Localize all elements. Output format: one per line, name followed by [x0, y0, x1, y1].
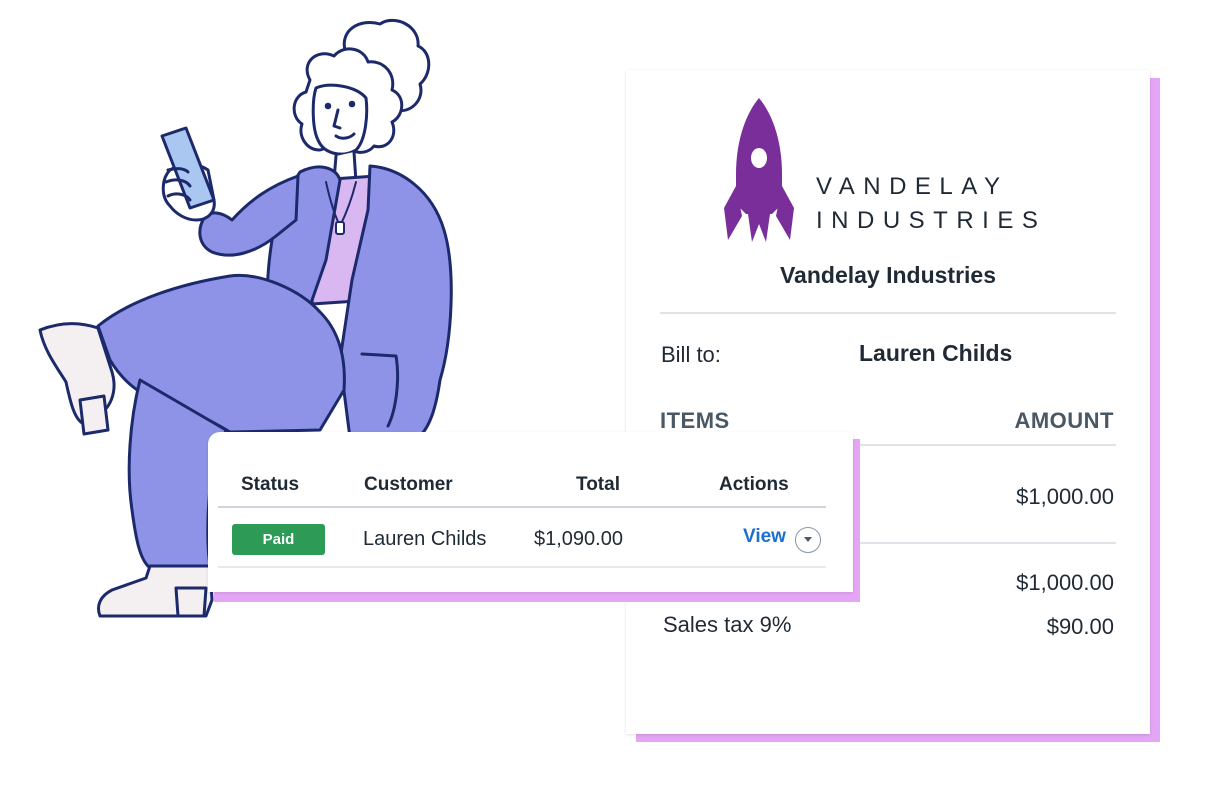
items-header: ITEMS — [660, 408, 730, 433]
logo-line-1: VANDELAY — [816, 173, 1009, 200]
invoices-table: Status Customer Total Actions Paid Laure… — [208, 432, 853, 592]
company-name: Vandelay Industries — [779, 262, 997, 288]
status-badge: Paid — [232, 524, 325, 555]
header-actions: Actions — [719, 474, 789, 495]
logo-line-2: INDUSTRIES — [816, 207, 1047, 234]
bill-to-label: Bill to: — [661, 342, 721, 367]
logo-wordmark: VANDELAY INDUSTRIES — [816, 170, 1046, 238]
invoice-card: VANDELAY INDUSTRIES Vandelay Industries … — [626, 70, 1150, 734]
bill-to-name: Lauren Childs — [859, 340, 1013, 366]
item-amount: $1,000.00 — [1016, 484, 1114, 509]
divider — [660, 312, 1116, 314]
tax-label: Sales tax 9% — [663, 612, 792, 637]
total-cell: $1,090.00 — [534, 528, 623, 550]
header-customer: Customer — [364, 474, 453, 495]
header-total: Total — [576, 474, 620, 495]
header-status: Status — [241, 474, 300, 495]
actions-dropdown-button[interactable] — [795, 527, 821, 553]
customer-cell: Lauren Childs — [363, 528, 487, 550]
subtotal-amount: $1,000.00 — [1016, 570, 1114, 595]
tax-amount: $90.00 — [1046, 614, 1114, 639]
row-divider — [218, 566, 826, 568]
amount-header: AMOUNT — [1014, 408, 1114, 433]
rocket-logo-icon — [724, 98, 794, 242]
header-divider — [218, 506, 826, 508]
chevron-down-icon — [804, 537, 812, 542]
view-link[interactable]: View — [743, 526, 786, 548]
